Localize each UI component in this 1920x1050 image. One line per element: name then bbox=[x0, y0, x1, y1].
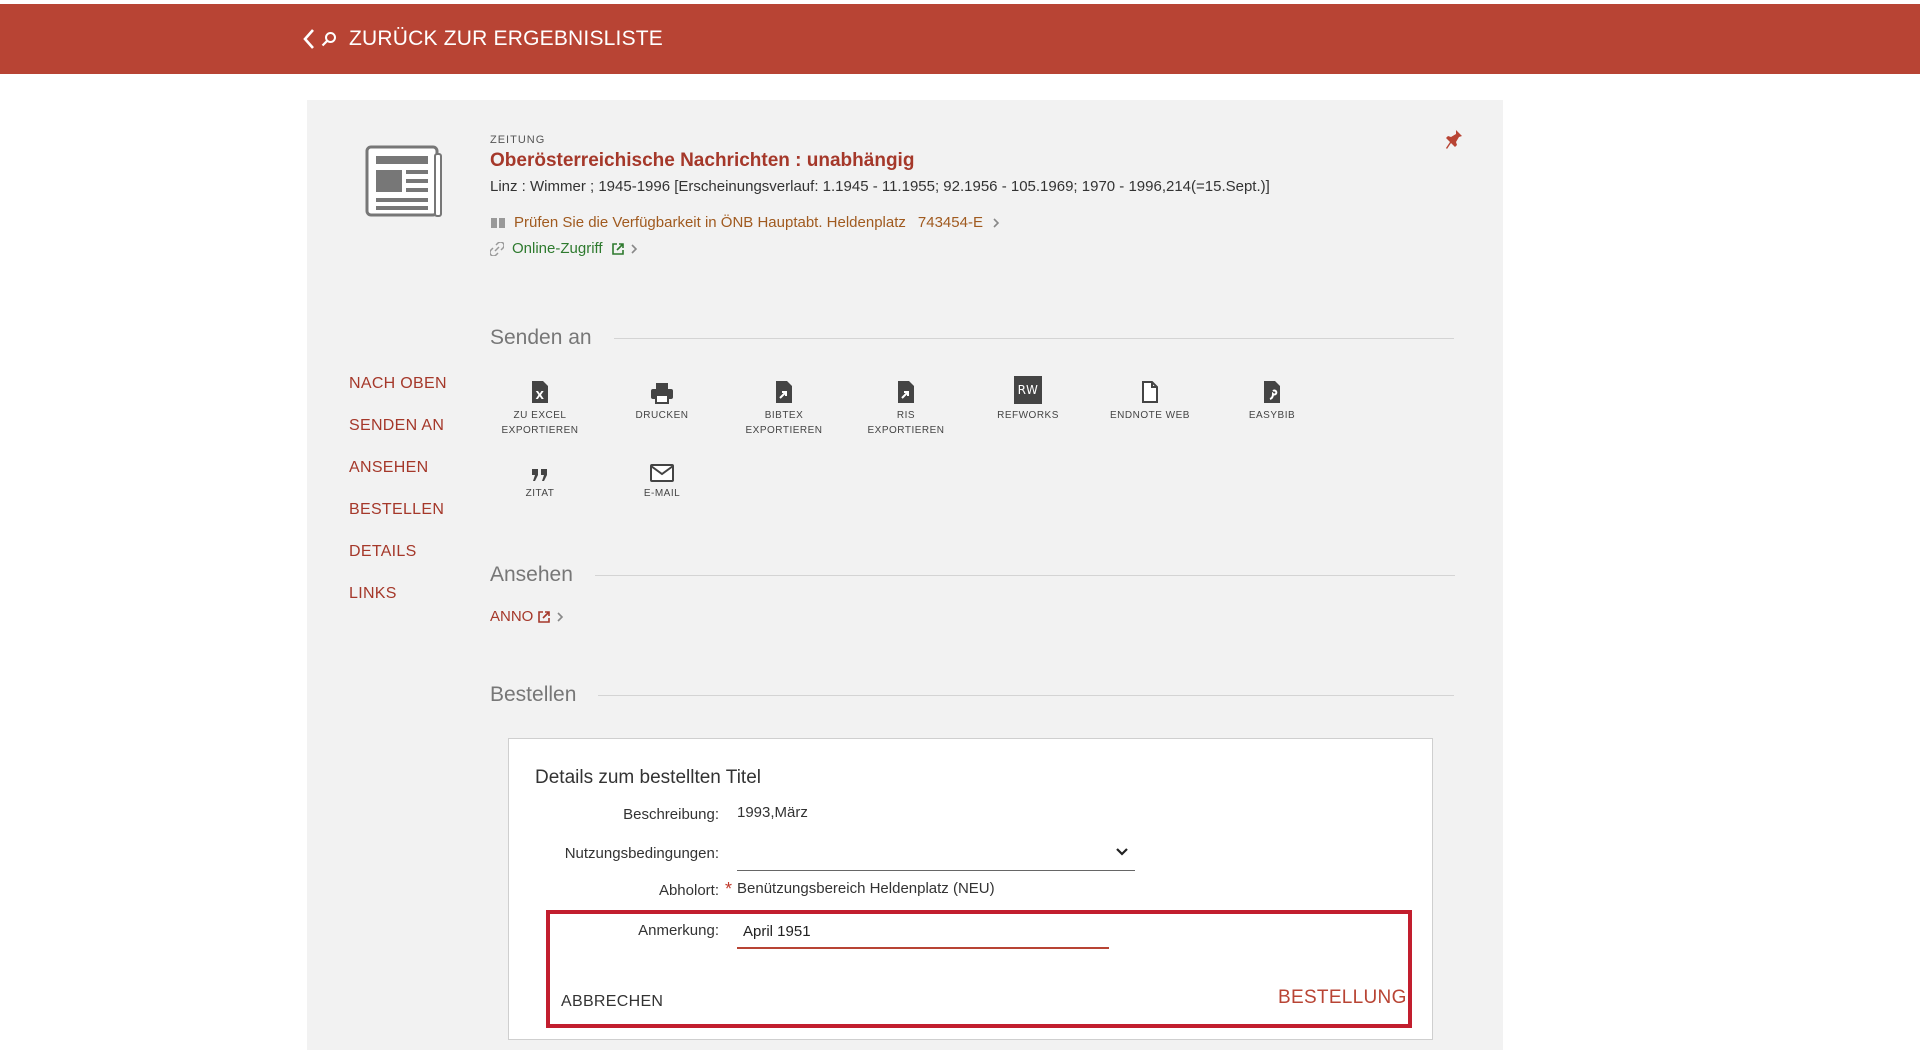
refworks-label: REFWORKS bbox=[997, 410, 1059, 421]
nav-item-details[interactable]: DETAILS bbox=[349, 543, 447, 585]
pin-icon[interactable] bbox=[1445, 128, 1463, 155]
ris-export-label-2: EXPORTIEREN bbox=[867, 425, 945, 436]
endnote-icon bbox=[1142, 381, 1158, 403]
view-section-heading: Ansehen bbox=[490, 563, 1455, 587]
print-label: DRUCKEN bbox=[635, 410, 689, 421]
refworks-icon: RW bbox=[1014, 376, 1042, 404]
search-icon bbox=[321, 32, 336, 47]
record-card: ZEITUNG Oberösterreichische Nachrichten … bbox=[307, 100, 1503, 1050]
call-number: 743454-E bbox=[917, 214, 983, 231]
svg-text:X: X bbox=[536, 389, 545, 402]
top-bar: ZURÜCK ZUR ERGEBNISLISTE bbox=[0, 4, 1920, 74]
ris-export-button[interactable]: RIS EXPORTIEREN bbox=[858, 376, 954, 438]
endnote-button[interactable]: ENDNOTE WEB bbox=[1102, 376, 1198, 423]
order-form: Details zum bestellten Titel Beschreibun… bbox=[508, 738, 1433, 1040]
back-to-results-link[interactable]: ZURÜCK ZUR ERGEBNISLISTE bbox=[303, 4, 663, 74]
note-input[interactable]: April 1951 bbox=[737, 915, 1109, 949]
order-form-title: Details zum bestellten Titel bbox=[535, 767, 761, 788]
anno-link[interactable]: ANNO bbox=[490, 608, 565, 625]
anno-label: ANNO bbox=[490, 608, 534, 625]
send-section-heading: Senden an bbox=[490, 326, 1454, 350]
refworks-button[interactable]: RW REFWORKS bbox=[980, 376, 1076, 423]
chevron-down-icon bbox=[1116, 848, 1128, 856]
pickup-value: Benützungsbereich Heldenplatz (NEU) bbox=[737, 880, 995, 897]
bibtex-export-icon bbox=[776, 381, 792, 403]
nav-item-ansehen[interactable]: ANSEHEN bbox=[349, 459, 447, 501]
email-icon bbox=[650, 464, 674, 482]
excel-export-label-1: ZU EXCEL bbox=[513, 410, 567, 421]
bibtex-export-label-2: EXPORTIEREN bbox=[745, 425, 823, 436]
online-access-link[interactable]: Online-Zugriff bbox=[490, 240, 639, 257]
quote-icon bbox=[532, 469, 547, 481]
excel-export-label-2: EXPORTIEREN bbox=[501, 425, 579, 436]
bibtex-export-button[interactable]: BIBTEX EXPORTIEREN bbox=[736, 376, 832, 438]
note-label: Anmerkung: bbox=[638, 922, 719, 939]
quote-label: ZITAT bbox=[525, 488, 555, 499]
description-label: Beschreibung: bbox=[623, 806, 719, 823]
terms-label: Nutzungsbedingungen: bbox=[564, 845, 719, 862]
back-to-results-label: ZURÜCK ZUR ERGEBNISLISTE bbox=[349, 27, 664, 50]
divider bbox=[598, 694, 1455, 696]
excel-export-button[interactable]: X ZU EXCEL EXPORTIEREN bbox=[492, 376, 588, 438]
nav-item-links[interactable]: LINKS bbox=[349, 585, 447, 627]
divider bbox=[613, 337, 1454, 339]
required-indicator: * bbox=[725, 879, 733, 899]
chevron-right-icon bbox=[557, 611, 564, 622]
cancel-button[interactable]: ABBRECHEN bbox=[561, 993, 663, 1011]
availability-text: Prüfen Sie die Verfügbarkeit in ÖNB Haup… bbox=[514, 214, 906, 231]
easybib-icon bbox=[1264, 381, 1280, 403]
divider bbox=[594, 574, 1455, 576]
link-icon bbox=[490, 241, 504, 256]
easybib-label: EASYBIB bbox=[1248, 410, 1296, 421]
book-icon bbox=[491, 218, 505, 228]
nav-item-bestellen[interactable]: BESTELLEN bbox=[349, 501, 447, 543]
view-section-title: Ansehen bbox=[490, 563, 573, 586]
chevron-right-icon bbox=[993, 217, 1000, 228]
print-icon bbox=[651, 383, 673, 404]
record-description: Linz : Wimmer ; 1945-1996 [Erscheinungsv… bbox=[490, 178, 1270, 195]
pickup-label: Abholort: bbox=[658, 882, 719, 899]
description-value: 1993,März bbox=[737, 804, 808, 821]
bibtex-export-label-1: BIBTEX bbox=[764, 410, 804, 421]
availability-link[interactable]: Prüfen Sie die Verfügbarkeit in ÖNB Haup… bbox=[490, 214, 1001, 231]
order-section-title: Bestellen bbox=[490, 683, 577, 706]
order-section-heading: Bestellen bbox=[490, 683, 1455, 707]
section-nav: NACH OBEN SENDEN AN ANSEHEN BESTELLEN DE… bbox=[349, 375, 447, 627]
quote-button[interactable]: ZITAT bbox=[492, 454, 588, 501]
print-button[interactable]: DRUCKEN bbox=[614, 376, 710, 423]
nav-item-senden-an[interactable]: SENDEN AN bbox=[349, 417, 447, 459]
record-type: ZEITUNG bbox=[490, 134, 546, 146]
terms-select[interactable] bbox=[737, 841, 1135, 871]
endnote-label: ENDNOTE WEB bbox=[1110, 410, 1190, 421]
newspaper-icon bbox=[364, 144, 444, 225]
ris-export-icon bbox=[898, 381, 914, 403]
external-link-icon bbox=[611, 242, 624, 255]
record-title[interactable]: Oberösterreichische Nachrichten : unabhä… bbox=[490, 150, 914, 172]
email-button[interactable]: E-MAIL bbox=[614, 454, 710, 501]
easybib-button[interactable]: EASYBIB bbox=[1224, 376, 1320, 423]
excel-export-icon: X bbox=[532, 381, 548, 403]
email-label: E-MAIL bbox=[643, 488, 681, 499]
send-section-title: Senden an bbox=[490, 326, 592, 349]
chevron-left-icon bbox=[303, 29, 314, 49]
chevron-right-icon bbox=[631, 243, 637, 254]
order-submit-button[interactable]: BESTELLUNG bbox=[1278, 987, 1407, 1009]
online-access-label: Online-Zugriff bbox=[512, 240, 603, 257]
ris-export-label-1: RIS bbox=[896, 410, 916, 421]
nav-item-nach-oben[interactable]: NACH OBEN bbox=[349, 375, 447, 417]
external-link-icon bbox=[538, 610, 551, 623]
